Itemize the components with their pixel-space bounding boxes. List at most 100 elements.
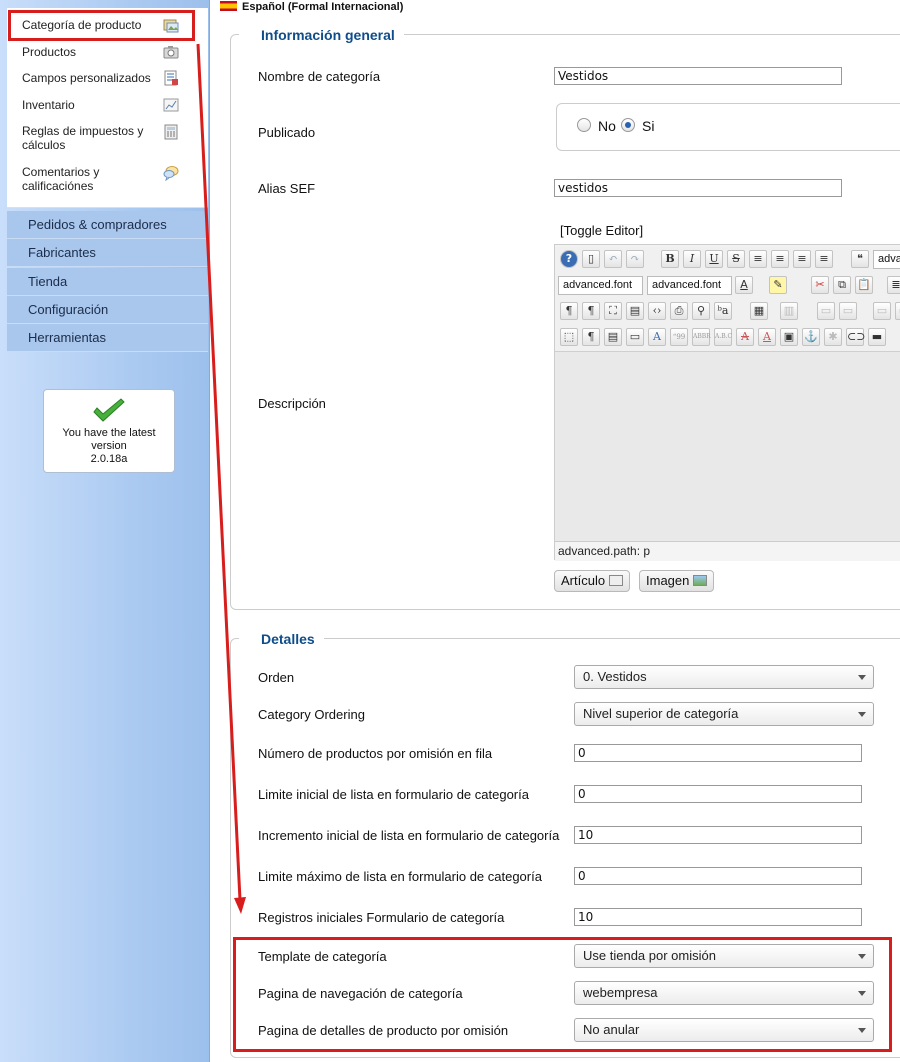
highlight-color-icon[interactable]: ✎	[769, 276, 787, 294]
undo-icon[interactable]: ↶	[604, 250, 622, 268]
published-no-label: No	[598, 118, 616, 134]
category-ordering-label: Category Ordering	[258, 707, 365, 722]
link-icon[interactable]: ⊂⊃	[846, 328, 865, 346]
acronym-icon[interactable]: A.B.C	[714, 328, 732, 346]
category-ordering-select[interactable]: Nivel superior de categoría	[574, 702, 874, 726]
products-per-row-input[interactable]	[574, 744, 862, 762]
published-no-radio[interactable]	[577, 118, 591, 132]
print-icon[interactable]: ⎙	[670, 302, 688, 320]
abbr-icon[interactable]: ABBR	[692, 328, 711, 346]
rich-text-editor: ? ▯ ↶ ↷ B I U S ≡ ≡ ≡ ≡ ❝ adva advanced.…	[554, 244, 900, 561]
published-label: Publicado	[258, 125, 316, 140]
insert-text-icon[interactable]: A	[758, 328, 776, 346]
list-max-limit-label: Limite máximo de lista en formulario de …	[258, 869, 542, 884]
initial-records-input[interactable]	[574, 908, 862, 926]
replace-icon[interactable]: ᵇa	[714, 302, 732, 320]
editor-toolbar-row-2: advanced.font advanced.font A ✎ ✂ ⧉ 📋 ≣	[555, 273, 900, 299]
speech-bubble-icon	[163, 165, 179, 181]
editor-status-path: advanced.path: p	[555, 541, 900, 561]
find-icon[interactable]: ⚲	[692, 302, 710, 320]
checkmark-icon	[93, 398, 125, 422]
code-icon[interactable]: ‹›	[648, 302, 666, 320]
new-document-icon[interactable]: ▯	[582, 250, 600, 268]
submenu-item-tax-rules[interactable]: Reglas de impuestos y cálculos	[22, 124, 157, 152]
list-start-limit-input[interactable]	[574, 785, 862, 803]
article-button-label: Artículo	[561, 573, 606, 588]
attributes-icon[interactable]: ▣	[780, 328, 798, 346]
underline-icon[interactable]: U	[705, 250, 723, 268]
fullscreen-icon[interactable]: ⛶	[604, 302, 622, 320]
delete-row-icon[interactable]: ▭	[895, 302, 900, 320]
image-icon[interactable]: ▬	[868, 328, 886, 346]
alias-label: Alias SEF	[258, 181, 316, 196]
chevron-down-icon	[858, 675, 866, 680]
style-select[interactable]: adva	[873, 250, 900, 269]
delete-text-icon[interactable]: A	[736, 328, 754, 346]
order-select[interactable]: 0. Vestidos	[574, 665, 874, 689]
list-max-limit-input[interactable]	[574, 867, 862, 885]
font-family-select[interactable]: advanced.font	[558, 276, 643, 295]
article-button[interactable]: Artículo	[554, 570, 631, 592]
description-label: Descripción	[258, 396, 326, 411]
editor-toolbar-row-4: ⬚ ¶ ▤ ▭ A “99 ABBR A.B.C A A ▣ ⚓ ✱ ⊂⊃ ▬	[555, 325, 900, 351]
version-text-line1: You have the latest	[62, 427, 156, 439]
copy-icon[interactable]: ⧉	[833, 276, 851, 294]
editor-toolbar-row-3: ¶ ¶ ⛶ ▤ ‹› ⎙ ⚲ ᵇa ▦ ▥ ▭ ▭ ▭ ▭	[555, 299, 900, 325]
submenu-item-reviews[interactable]: Comentarios y calificaciónes	[22, 165, 142, 193]
styles-icon[interactable]: A	[648, 328, 666, 346]
preview-icon[interactable]: ▤	[626, 302, 644, 320]
visual-aid-icon[interactable]: ⬚	[560, 328, 578, 346]
menu-tools[interactable]: Herramientas	[7, 324, 208, 352]
editor-content-area[interactable]	[555, 351, 900, 541]
help-icon[interactable]: ?	[560, 250, 578, 268]
chart-icon	[163, 97, 179, 113]
bold-icon[interactable]: B	[661, 250, 679, 268]
ltr-icon[interactable]: ¶	[560, 302, 578, 320]
show-blocks-icon[interactable]: ¶	[582, 328, 600, 346]
redo-icon[interactable]: ↷	[626, 250, 644, 268]
sidebar: Categoría de producto Productos Campos p…	[0, 0, 210, 1062]
toggle-editor-link[interactable]: [Toggle Editor]	[560, 223, 643, 238]
editor-toolbar-row-1: ? ▯ ↶ ↷ B I U S ≡ ≡ ≡ ≡ ❝ adva	[555, 247, 900, 273]
paste-text-icon[interactable]: ≣	[887, 276, 900, 294]
align-left-icon[interactable]: ≡	[749, 250, 767, 268]
submenu-item-products[interactable]: Productos	[22, 45, 76, 59]
page-break-icon[interactable]: ▭	[626, 328, 644, 346]
active-item-highlight	[8, 10, 195, 41]
rtl-icon[interactable]: ¶	[582, 302, 600, 320]
alias-input[interactable]	[554, 179, 842, 197]
initial-records-label: Registros iniciales Formulario de catego…	[258, 910, 505, 925]
blockquote-icon[interactable]: ❝	[851, 250, 869, 268]
table-props-icon[interactable]: ▥	[780, 302, 798, 320]
align-center-icon[interactable]: ≡	[771, 250, 789, 268]
menu-store[interactable]: Tienda	[7, 268, 208, 296]
italic-icon[interactable]: I	[683, 250, 701, 268]
insert-table-icon[interactable]: ▦	[750, 302, 768, 320]
menu-configuration[interactable]: Configuración	[7, 296, 208, 324]
anchor-icon[interactable]: ⚓	[802, 328, 820, 346]
published-yes-radio[interactable]	[621, 118, 635, 132]
cite-icon[interactable]: “99	[670, 328, 688, 346]
general-info-legend: Información general	[239, 26, 404, 44]
font-size-select[interactable]: advanced.font	[647, 276, 732, 295]
image-button[interactable]: Imagen	[639, 570, 715, 592]
strikethrough-icon[interactable]: S	[727, 250, 745, 268]
paste-icon[interactable]: 📋	[855, 276, 873, 294]
details-legend: Detalles	[239, 630, 324, 648]
justify-icon[interactable]: ≡	[815, 250, 833, 268]
menu-manufacturers[interactable]: Fabricantes	[7, 239, 208, 267]
align-right-icon[interactable]: ≡	[793, 250, 811, 268]
row-props-icon[interactable]: ▭	[817, 302, 835, 320]
camera-icon	[163, 44, 179, 60]
unlink-icon[interactable]: ✱	[824, 328, 842, 346]
text-color-icon[interactable]: A	[735, 276, 753, 294]
submenu-item-inventory[interactable]: Inventario	[22, 98, 75, 112]
submenu-item-custom-fields[interactable]: Campos personalizados	[22, 71, 151, 85]
cell-props-icon[interactable]: ▭	[839, 302, 857, 320]
template-icon[interactable]: ▤	[604, 328, 622, 346]
cut-icon[interactable]: ✂	[811, 276, 829, 294]
menu-orders-customers[interactable]: Pedidos & compradores	[7, 211, 208, 239]
insert-row-icon[interactable]: ▭	[873, 302, 891, 320]
list-step-input[interactable]	[574, 826, 862, 844]
category-name-input[interactable]	[554, 67, 842, 85]
